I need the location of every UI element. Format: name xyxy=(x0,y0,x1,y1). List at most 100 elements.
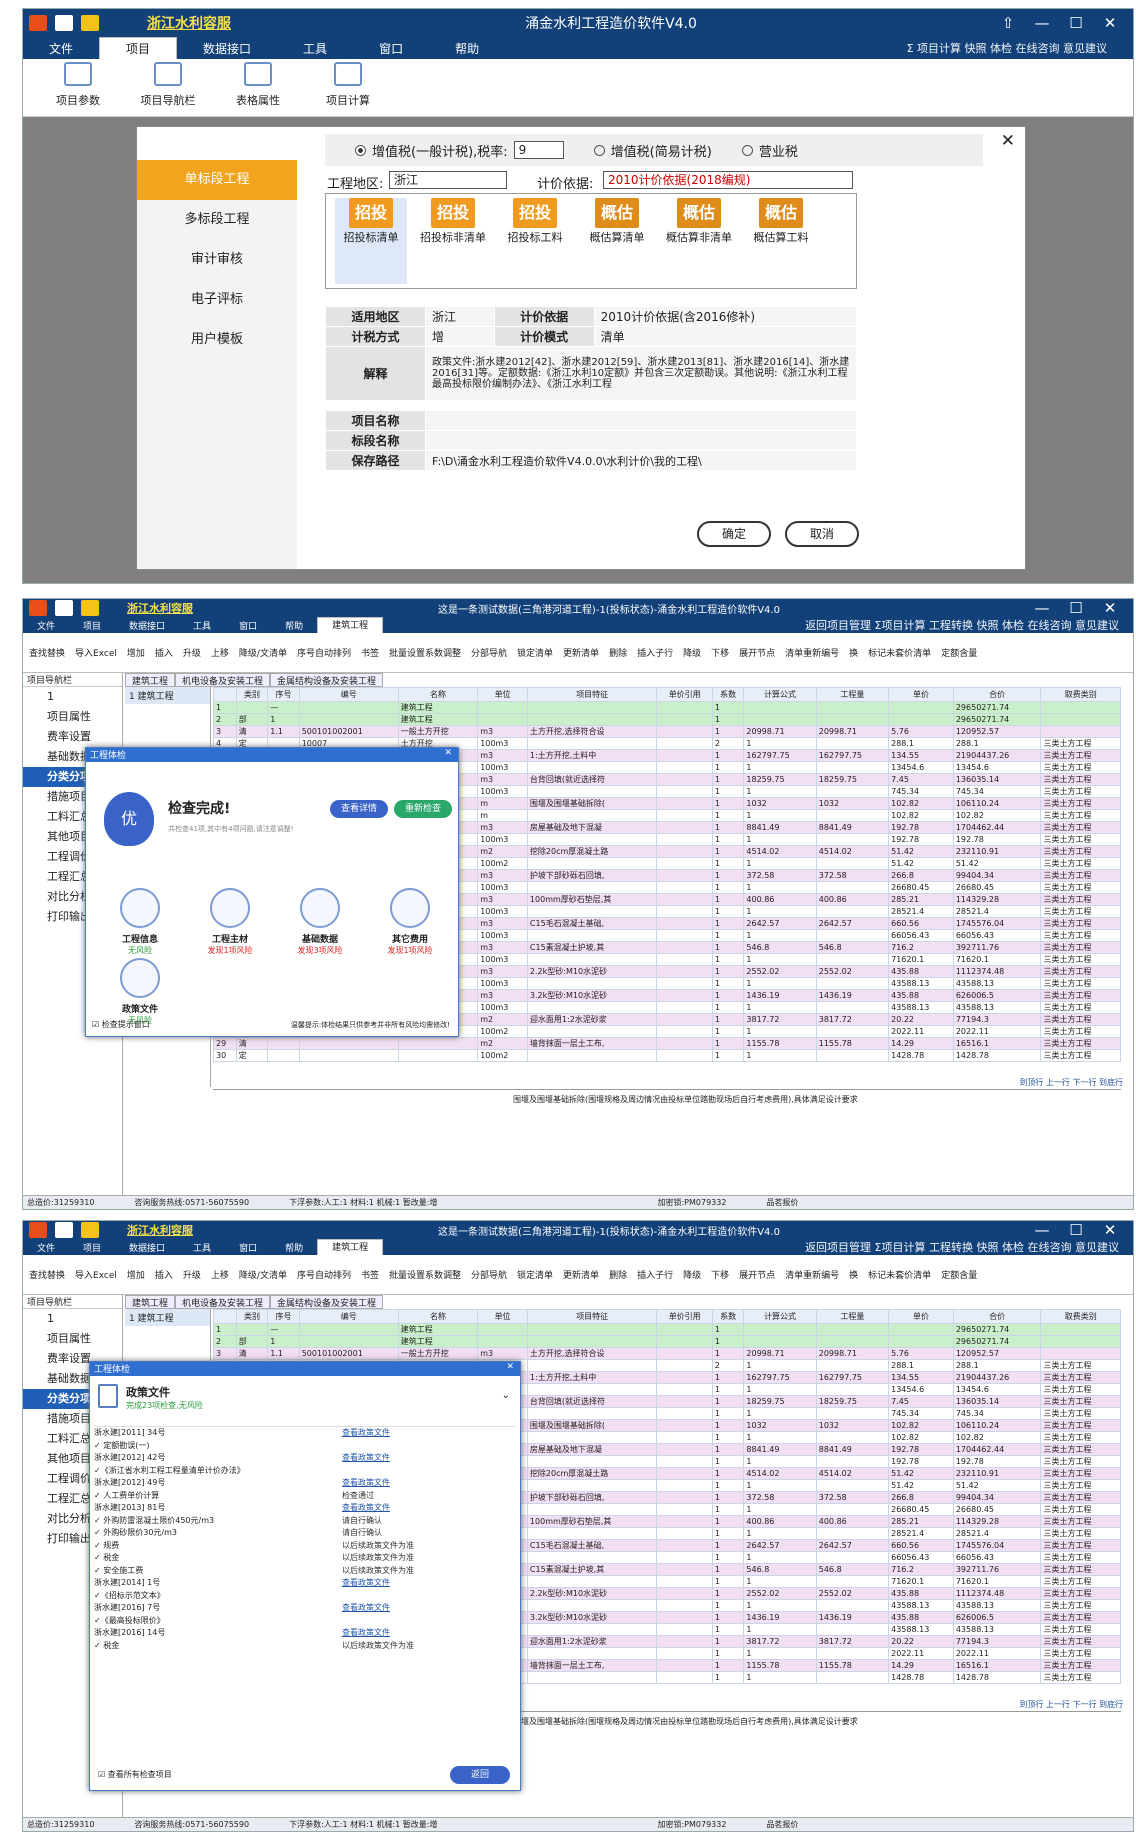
ribbon-item[interactable]: 降级 xyxy=(683,1268,701,1281)
nav-item[interactable]: 费率设置 xyxy=(23,727,122,747)
new-file-icon[interactable] xyxy=(55,600,73,616)
new-file-icon[interactable] xyxy=(55,15,73,31)
show-all-checkbox[interactable]: ☑ 查看所有检查项目 xyxy=(98,1769,172,1780)
ribbon-item[interactable]: 更新清单 xyxy=(563,646,599,659)
ribbon-table-props[interactable]: 表格属性 xyxy=(213,62,303,108)
tree-root[interactable]: 1 建筑工程 xyxy=(125,687,210,704)
sheet-tab[interactable]: 建筑工程 xyxy=(125,1295,176,1309)
open-folder-icon[interactable] xyxy=(81,1222,99,1238)
ribbon-project-nav[interactable]: 项目导航栏 xyxy=(123,62,213,108)
ribbon-item[interactable]: 增加 xyxy=(127,646,145,659)
radio-business-tax[interactable] xyxy=(741,144,753,156)
menu-building[interactable]: 建筑工程 xyxy=(317,1239,384,1255)
menu-right-tools[interactable]: 返回项目管理 Σ项目计算 工程转换 快照 体检 在线咨询 意见建议 xyxy=(791,1239,1133,1255)
save-path-input[interactable]: F:\D\涌金水利工程造价软件V4.0.0\水利计价\我的工程\ xyxy=(425,450,857,471)
open-folder-icon[interactable] xyxy=(81,600,99,616)
ribbon-item[interactable]: 插入子行 xyxy=(637,646,673,659)
ribbon-item[interactable]: 增加 xyxy=(127,1268,145,1281)
view-policy-link[interactable]: 查看政策文件 xyxy=(342,1427,390,1440)
table-row[interactable]: 2 部 1 建筑工程 1 29650271.74 xyxy=(213,1335,1121,1348)
side-user-template[interactable]: 用户模板 xyxy=(137,320,297,360)
minimize-button[interactable]: — xyxy=(1025,1221,1059,1239)
minimize-button[interactable]: — xyxy=(1025,14,1059,32)
back-button[interactable]: 返回 xyxy=(450,1766,510,1784)
side-multi-section[interactable]: 多标段工程 xyxy=(137,200,297,240)
ribbon-item[interactable]: 插入 xyxy=(155,646,173,659)
ribbon-item[interactable]: 定额含量 xyxy=(941,646,977,659)
nav-item[interactable]: 1 xyxy=(23,1309,122,1329)
collapse-chevron-icon[interactable]: ⌄ xyxy=(502,1390,510,1401)
region-select[interactable]: 浙江 xyxy=(389,171,507,189)
minimize-button[interactable]: — xyxy=(1025,599,1059,617)
ribbon-item[interactable]: 上移 xyxy=(211,1268,229,1281)
sheet-tab[interactable]: 金属结构设备及安装工程 xyxy=(270,1295,384,1309)
menu-right-tools[interactable]: 返回项目管理 Σ项目计算 工程转换 快照 体检 在线咨询 意见建议 xyxy=(791,617,1133,633)
template-bid-list[interactable]: 招投 招投标清单 xyxy=(335,198,407,284)
menu-right-tools[interactable]: Σ 项目计算 快照 体检 在线咨询 意见建议 xyxy=(881,40,1133,56)
ribbon-item[interactable]: 插入子行 xyxy=(637,1268,673,1281)
template-estimate-nonlist[interactable]: 概估 概估算非清单 xyxy=(663,198,735,284)
menu-tools[interactable]: 工具 xyxy=(179,619,225,632)
ribbon-item[interactable]: 定额含量 xyxy=(941,1268,977,1281)
cancel-button[interactable]: 取消 xyxy=(785,521,859,547)
view-policy-link[interactable]: 查看政策文件 xyxy=(342,1602,390,1615)
menu-project[interactable]: 项目 xyxy=(69,1241,115,1254)
ribbon-item[interactable]: 换 xyxy=(849,646,858,659)
cat-policy-docs[interactable]: 政策文件 无风险 xyxy=(100,958,180,1026)
project-name-input[interactable] xyxy=(425,410,857,431)
menu-project[interactable]: 项目 xyxy=(69,619,115,632)
ribbon-item[interactable]: 清单重新编号 xyxy=(785,646,839,659)
ribbon-item[interactable]: 下移 xyxy=(711,1268,729,1281)
ribbon-project-params[interactable]: 项目参数 xyxy=(33,62,123,108)
cat-other-fees[interactable]: 其它费用 发现1项风险 xyxy=(370,888,450,956)
popup-close-icon[interactable]: ✕ xyxy=(506,1362,514,1376)
tax-rate-select[interactable]: 9 xyxy=(513,141,564,159)
nav-item[interactable]: 项目属性 xyxy=(23,1329,122,1349)
menu-building[interactable]: 建筑工程 xyxy=(317,617,384,633)
menu-file[interactable]: 文件 xyxy=(23,40,99,57)
table-row[interactable]: 1 — 建筑工程 1 29650271.74 xyxy=(213,1323,1121,1336)
sheet-tab[interactable]: 金属结构设备及安装工程 xyxy=(270,673,384,687)
close-button[interactable]: ✕ xyxy=(1093,599,1127,617)
grid-row-nav[interactable]: 到顶行 上一行 下一行 到底行 xyxy=(1019,1077,1123,1088)
table-row[interactable]: 2 部 1 建筑工程 1 29650271.74 xyxy=(213,713,1121,726)
ribbon-item[interactable]: 序号自动排列 xyxy=(297,646,351,659)
cat-main-material[interactable]: 工程主材 发现1项风险 xyxy=(190,888,270,956)
ribbon-item[interactable]: 锁定清单 xyxy=(517,1268,553,1281)
view-policy-link[interactable]: 查看政策文件 xyxy=(342,1502,390,1515)
section-name-input[interactable] xyxy=(425,430,857,451)
template-estimate-list[interactable]: 概估 概估算清单 xyxy=(581,198,653,284)
side-audit[interactable]: 审计审核 xyxy=(137,240,297,280)
ribbon-item[interactable]: 查找替换 xyxy=(29,1268,65,1281)
new-file-icon[interactable] xyxy=(55,1222,73,1238)
pin-icon[interactable]: ⇧ xyxy=(991,14,1025,32)
ribbon-item[interactable]: 锁定清单 xyxy=(517,646,553,659)
template-bid-nonlist[interactable]: 招投 招投标非清单 xyxy=(417,198,489,284)
ribbon-item[interactable]: 更新清单 xyxy=(563,1268,599,1281)
ribbon-item[interactable]: 下移 xyxy=(711,646,729,659)
ribbon-item[interactable]: 删除 xyxy=(609,646,627,659)
side-e-evaluation[interactable]: 电子评标 xyxy=(137,280,297,320)
close-button[interactable]: ✕ xyxy=(1093,14,1127,32)
menu-data-interface[interactable]: 数据接口 xyxy=(177,40,277,57)
menu-tools[interactable]: 工具 xyxy=(277,40,353,57)
sheet-tab[interactable]: 机电设备及安装工程 xyxy=(175,673,271,687)
popup-close-icon[interactable]: ✕ xyxy=(444,748,452,762)
ribbon-item[interactable]: 降级/文清单 xyxy=(239,1268,287,1281)
menu-help[interactable]: 帮助 xyxy=(271,1241,317,1254)
ribbon-item[interactable]: 导入Excel xyxy=(75,646,117,659)
radio-vat-simple[interactable] xyxy=(593,144,605,156)
view-detail-button[interactable]: 查看详情 xyxy=(330,800,388,818)
ribbon-item[interactable]: 查找替换 xyxy=(29,646,65,659)
close-button[interactable]: ✕ xyxy=(1093,1221,1127,1239)
table-row[interactable]: 29清m2墙背抹面一层土工布,11155.781155.7814.2916516… xyxy=(213,1037,1121,1050)
menu-data-interface[interactable]: 数据接口 xyxy=(115,1241,179,1254)
show-tip-checkbox[interactable]: ☑ 检查提示窗口 xyxy=(92,1019,150,1030)
side-single-section[interactable]: 单标段工程 xyxy=(137,160,297,200)
menu-help[interactable]: 帮助 xyxy=(271,619,317,632)
ribbon-item[interactable]: 降级 xyxy=(683,646,701,659)
nav-item[interactable]: 1 xyxy=(23,687,122,707)
ok-button[interactable]: 确定 xyxy=(697,521,771,547)
ribbon-project-calc[interactable]: 项目计算 xyxy=(303,62,393,108)
basis-select[interactable]: 2010计价依据(2018编规) xyxy=(603,171,853,189)
